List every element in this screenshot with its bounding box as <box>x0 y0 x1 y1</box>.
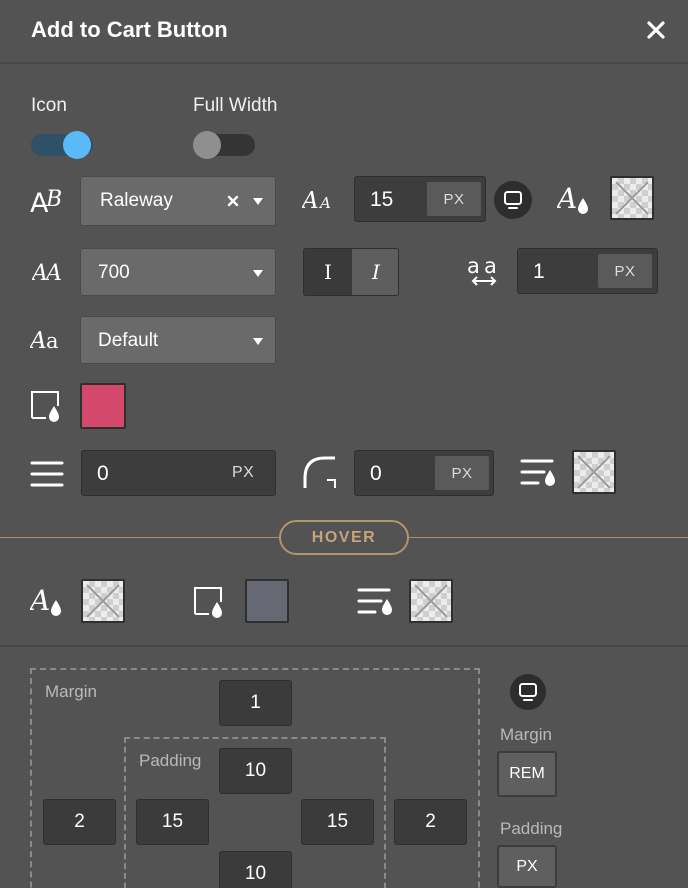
padding-bottom-input[interactable]: 10 <box>219 851 292 888</box>
hover-tab[interactable]: HOVER <box>279 520 409 555</box>
padding-top-input[interactable]: 10 <box>219 748 292 794</box>
border-radius-unit[interactable]: PX <box>435 456 489 490</box>
monitor-icon <box>519 683 537 701</box>
monitor-icon <box>504 191 522 209</box>
hover-text-color-icon: A <box>30 584 66 620</box>
padding-box-label: Padding <box>139 751 202 770</box>
icon-toggle-label: Icon <box>31 95 67 116</box>
clear-font-icon[interactable] <box>226 194 240 208</box>
hover-text-color-swatch[interactable] <box>81 579 125 623</box>
letter-spacing-unit[interactable]: PX <box>598 254 652 288</box>
spacing-responsive-button[interactable] <box>510 674 546 710</box>
full-width-toggle-label: Full Width <box>193 95 278 116</box>
font-size-value: 15 <box>370 188 394 211</box>
svg-text:A: A <box>30 584 50 617</box>
border-radius-input[interactable]: 0 PX <box>354 450 494 496</box>
hover-background-color-swatch[interactable] <box>245 579 289 623</box>
svg-text:A: A <box>318 194 331 212</box>
normal-style-button[interactable]: I <box>304 249 352 295</box>
svg-text:A: A <box>302 188 319 212</box>
svg-text:A: A <box>30 328 47 352</box>
box-shadow-icon <box>520 457 560 491</box>
font-weight-value: 700 <box>98 262 130 283</box>
margin-left-input[interactable]: 2 <box>43 799 116 845</box>
chevron-down-icon <box>253 270 263 277</box>
font-weight-select[interactable]: 700 <box>80 248 276 296</box>
svg-text:a: a <box>484 254 497 278</box>
line-height-icon <box>30 459 64 489</box>
padding-unit-label: Padding <box>500 819 563 838</box>
full-width-toggle[interactable] <box>193 131 255 159</box>
text-transform-select[interactable]: Default <box>80 316 276 364</box>
font-family-value: Raleway <box>100 190 173 211</box>
italic-style-button[interactable]: I <box>352 249 398 295</box>
box-shadow-color-swatch[interactable] <box>572 450 616 494</box>
border-radius-icon <box>303 456 337 490</box>
font-size-input[interactable]: 15 PX <box>354 176 486 222</box>
font-style-group: I I <box>303 248 399 296</box>
svg-text:a: a <box>467 254 480 278</box>
font-weight-icon: A A <box>32 258 66 284</box>
close-icon[interactable] <box>644 18 668 42</box>
margin-unit-label: Margin <box>500 725 552 744</box>
letter-spacing-input[interactable]: 1 PX <box>517 248 658 294</box>
svg-text:A: A <box>557 182 577 215</box>
line-height-input[interactable]: 0 PX <box>81 450 276 496</box>
chevron-down-icon <box>253 338 263 345</box>
text-color-icon: A <box>557 182 593 218</box>
panel-title: Add to Cart Button <box>31 17 228 42</box>
section-divider <box>0 645 688 647</box>
hover-box-shadow-color-swatch[interactable] <box>409 579 453 623</box>
border-radius-value: 0 <box>370 462 382 485</box>
text-transform-value: Default <box>98 330 159 351</box>
margin-box-label: Margin <box>45 682 97 701</box>
toggle-knob <box>193 131 221 159</box>
text-color-swatch[interactable] <box>610 176 654 220</box>
font-family-select[interactable]: Raleway <box>80 176 276 226</box>
padding-right-input[interactable]: 15 <box>301 799 374 845</box>
icon-toggle[interactable] <box>31 131 93 159</box>
hover-box-shadow-icon <box>357 586 397 620</box>
margin-unit-button[interactable]: REM <box>497 751 557 797</box>
font-size-unit[interactable]: PX <box>427 182 481 216</box>
line-height-value: 0 <box>97 462 109 485</box>
line-height-unit[interactable]: PX <box>232 464 254 482</box>
letter-spacing-value: 1 <box>533 260 545 283</box>
svg-text:A: A <box>44 261 62 284</box>
svg-text:a: a <box>46 329 59 352</box>
text-transform-icon: A a <box>30 326 66 352</box>
background-color-icon <box>30 390 64 424</box>
background-color-swatch[interactable] <box>80 383 126 429</box>
margin-right-input[interactable]: 2 <box>394 799 467 845</box>
svg-text:B: B <box>45 187 62 212</box>
margin-top-input[interactable]: 1 <box>219 680 292 726</box>
letter-spacing-icon: a a <box>466 253 502 287</box>
font-size-icon: A A <box>302 186 338 212</box>
padding-unit-button[interactable]: PX <box>497 845 557 888</box>
toggle-knob <box>63 131 91 159</box>
responsive-desktop-button[interactable] <box>494 181 532 219</box>
font-family-icon: A B <box>30 184 68 216</box>
hover-background-color-icon <box>193 586 227 620</box>
padding-left-input[interactable]: 15 <box>136 799 209 845</box>
chevron-down-icon <box>253 198 263 205</box>
